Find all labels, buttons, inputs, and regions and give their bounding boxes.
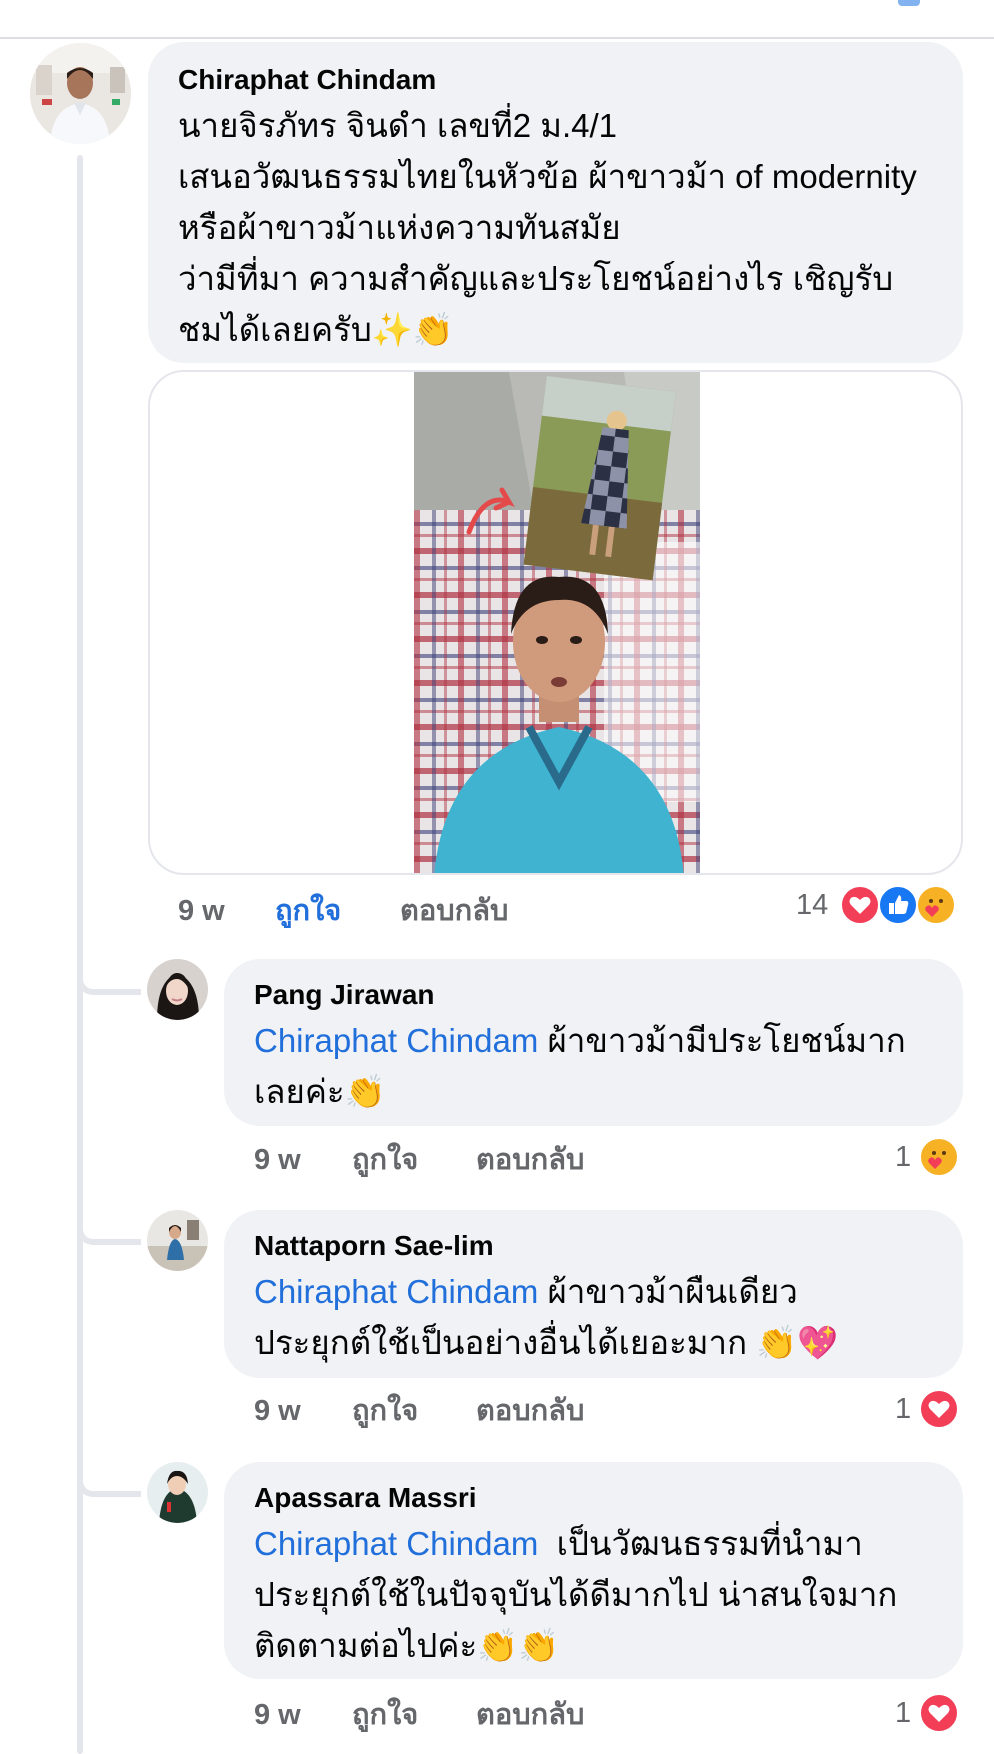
comment-line: เสนอวัฒนธรรมไทยในหัวข้อ ผ้าขาวม้า of mod…: [178, 158, 917, 195]
reply-time[interactable]: 9 w: [254, 1393, 301, 1429]
mention-link[interactable]: Chiraphat Chindam: [254, 1525, 538, 1562]
reply-author[interactable]: Nattaporn Sae-lim: [254, 1228, 933, 1264]
reply-text-first: ผ้าขาวม้าผืนเดียว: [547, 1273, 798, 1310]
reply-button[interactable]: ตอบกลับ: [476, 1142, 584, 1178]
avatar-nattaporn[interactable]: [147, 1210, 208, 1271]
love-icon: [840, 885, 880, 925]
like-icon: [878, 885, 918, 925]
reply-bubble: Nattaporn Sae-lim Chiraphat Chindam ผ้าข…: [224, 1210, 963, 1378]
comment-line: ชมได้เลยครับ✨👏: [178, 311, 454, 348]
reaction-summary[interactable]: 1: [895, 1387, 967, 1431]
avatar-apassara[interactable]: [147, 1462, 208, 1523]
reaction-count: 1: [895, 1393, 912, 1425]
attached-video[interactable]: [148, 370, 963, 875]
thread-branch: [77, 945, 141, 995]
reply-line: ประยุกต์ใช้ในปัจจุบันได้ดีมากไป น่าสนใจม…: [254, 1576, 898, 1613]
video-frame[interactable]: [414, 372, 700, 873]
reply-text: Chiraphat Chindam ผ้าขาวม้ามีประโยชน์มาก…: [254, 1015, 933, 1117]
like-button[interactable]: ถูกใจ: [352, 1393, 418, 1429]
love-icon: [919, 1389, 959, 1429]
reply-author[interactable]: Pang Jirawan: [254, 977, 933, 1013]
avatar-chiraphat[interactable]: [30, 43, 131, 144]
avatar-pang[interactable]: [147, 959, 208, 1020]
reaction-count: 14: [796, 889, 829, 921]
comment-text: นายจิรภัทร จินดำ เลขที่2 ม.4/1 เสนอวัฒนธ…: [178, 100, 933, 355]
reaction-summary[interactable]: 1: [895, 1691, 967, 1735]
reply-time[interactable]: 9 w: [254, 1142, 301, 1178]
like-button[interactable]: ถูกใจ: [352, 1142, 418, 1178]
top-divider: [0, 37, 994, 39]
like-button[interactable]: ถูกใจ: [352, 1697, 418, 1733]
comment-line: นายจิรภัทร จินดำ เลขที่2 ม.4/1: [178, 107, 618, 144]
reply-line: ติดตามต่อไปค่ะ👏👏: [254, 1627, 560, 1664]
reply-text: Chiraphat Chindam ผ้าขาวม้าผืนเดียว ประย…: [254, 1266, 933, 1368]
reply-actions: 9 w ถูกใจ ตอบกลับ: [254, 1697, 614, 1733]
comment-line: ว่ามีที่มา ความสำคัญและประโยชน์อย่างไร เ…: [178, 260, 894, 297]
reaction-summary[interactable]: 14: [796, 883, 966, 927]
reply-line: เลยค่ะ👏: [254, 1073, 386, 1110]
reaction-summary[interactable]: 1: [895, 1135, 967, 1179]
comment-author[interactable]: Chiraphat Chindam: [178, 62, 933, 98]
reply-text-first: ผ้าขาวม้ามีประโยชน์มาก: [547, 1022, 906, 1059]
comment-actions: 9 w ถูกใจ ตอบกลับ: [178, 893, 538, 929]
love-icon: [919, 1693, 959, 1733]
comment-bubble: Chiraphat Chindam นายจิรภัทร จินดำ เลขที…: [148, 42, 963, 363]
reply-button[interactable]: ตอบกลับ: [476, 1393, 584, 1429]
more-icon[interactable]: [898, 0, 920, 6]
reply-time[interactable]: 9 w: [254, 1697, 301, 1733]
reply-line: ประยุกต์ใช้เป็นอย่างอื่นได้เยอะมาก 👏💖: [254, 1324, 839, 1361]
thread-branch: [77, 1195, 141, 1245]
reply-author[interactable]: Apassara Massri: [254, 1480, 933, 1516]
reply-bubble: Apassara Massri Chiraphat Chindam เป็นวั…: [224, 1462, 963, 1679]
reply-text: Chiraphat Chindam เป็นวัฒนธรรมที่นำมา ปร…: [254, 1518, 933, 1671]
mention-link[interactable]: Chiraphat Chindam: [254, 1273, 538, 1310]
mention-link[interactable]: Chiraphat Chindam: [254, 1022, 538, 1059]
like-button[interactable]: ถูกใจ: [275, 893, 341, 929]
reaction-count: 1: [895, 1697, 912, 1729]
reply-button[interactable]: ตอบกลับ: [476, 1697, 584, 1733]
reply-text-first: เป็นวัฒนธรรมที่นำมา: [547, 1525, 863, 1562]
reply-button[interactable]: ตอบกลับ: [400, 893, 508, 929]
comment-line: หรือผ้าขาวม้าแห่งความทันสมัย: [178, 209, 621, 246]
reaction-count: 1: [895, 1141, 912, 1173]
reply-bubble: Pang Jirawan Chiraphat Chindam ผ้าขาวม้า…: [224, 959, 963, 1126]
reply-actions: 9 w ถูกใจ ตอบกลับ: [254, 1393, 614, 1429]
thread-branch: [77, 1447, 141, 1497]
reply-actions: 9 w ถูกใจ ตอบกลับ: [254, 1142, 614, 1178]
care-icon: [919, 1137, 959, 1177]
care-icon: [916, 885, 956, 925]
comment-time[interactable]: 9 w: [178, 893, 225, 929]
